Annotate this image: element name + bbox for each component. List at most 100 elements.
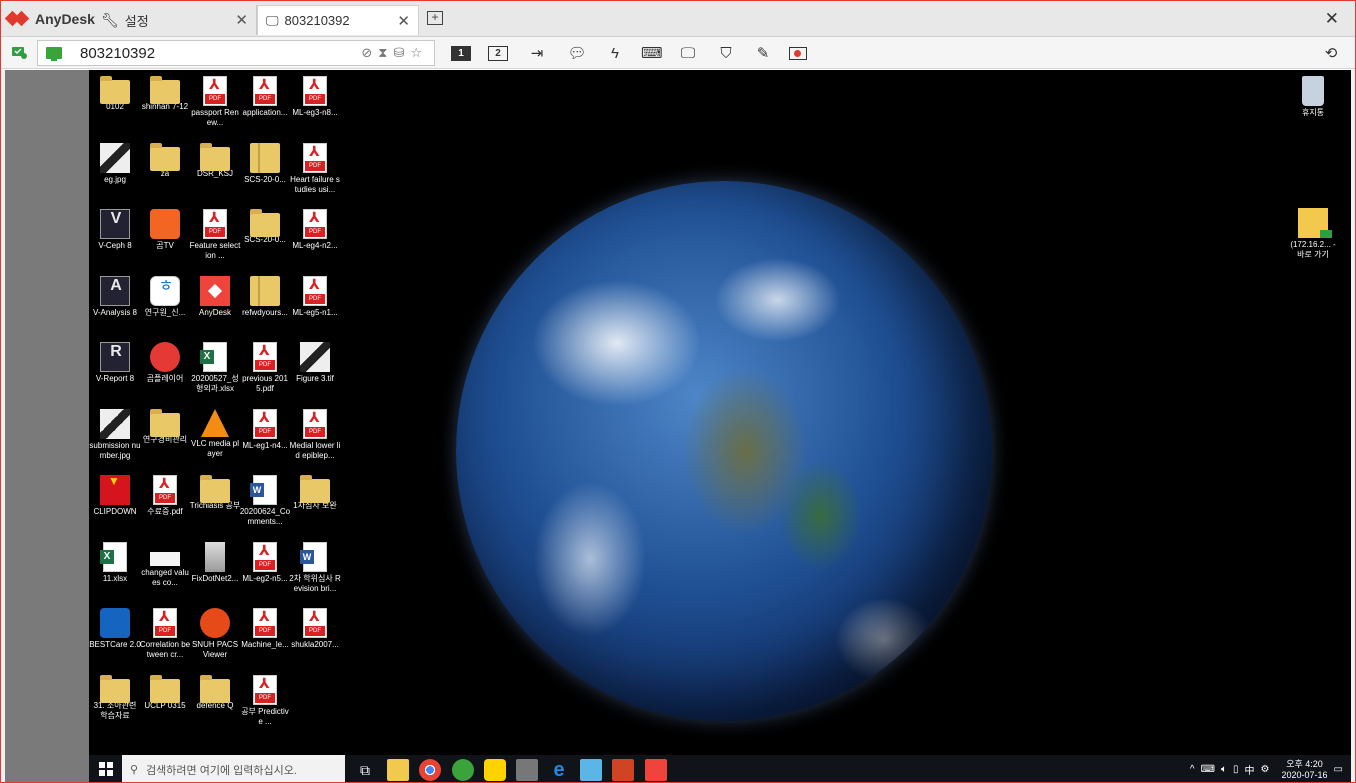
desktop-icon[interactable]: 11.xlsx <box>89 541 141 584</box>
internet-explorer-icon[interactable]: e <box>548 759 570 781</box>
display-icon[interactable]: 🖵 <box>678 43 698 63</box>
desktop-icon[interactable]: UCLP 0315 <box>139 674 191 711</box>
address-input[interactable] <box>80 44 330 63</box>
windows-start-icon[interactable] <box>99 762 113 776</box>
new-tab-button[interactable]: + <box>427 11 443 25</box>
powerpoint-icon[interactable] <box>612 759 634 781</box>
network-icon[interactable]: ⌨ <box>1201 764 1215 775</box>
chevron-up-icon[interactable]: ^ <box>1190 764 1195 775</box>
hourglass-icon[interactable]: ⧗ <box>378 45 387 61</box>
desktop-icon[interactable]: DSR_KSJ <box>189 142 241 179</box>
desktop-icon[interactable]: V-Analysis 8 <box>89 275 141 318</box>
desktop-icon[interactable]: shukla2007... <box>289 608 341 650</box>
desktop-icon[interactable]: 20200624_Comments... <box>239 475 291 527</box>
desktop-icon[interactable]: (172.16.2... - 바로 가기 <box>1287 208 1339 260</box>
desktop-icon[interactable]: Machine_le... <box>239 608 291 650</box>
desktop-icon[interactable]: ML-eg3-n8... <box>289 76 341 118</box>
switch-sides-icon[interactable]: ⇥ <box>527 43 547 63</box>
desktop-icon[interactable]: VLC media player <box>189 408 241 459</box>
anydesk-taskbar-icon[interactable] <box>645 759 667 781</box>
pdf-file-icon <box>253 541 277 572</box>
desktop-icon[interactable]: 연구경비관리 <box>139 408 191 445</box>
desktop-icon[interactable]: BESTCare 2.0 <box>89 608 141 650</box>
desktop-icon[interactable]: AnyDesk <box>189 275 241 318</box>
close-icon[interactable]: ✕ <box>397 12 410 30</box>
desktop-icon-label: 20200624_Comments... <box>239 507 291 526</box>
desktop-icon[interactable]: Figure 3.tif <box>289 342 341 384</box>
remote-desktop[interactable]: 0102shinhan 7-12passport Renew...applica… <box>89 70 1351 755</box>
desktop-icon[interactable]: Heart failure studies usi... <box>289 142 341 195</box>
kakaotalk-icon[interactable] <box>484 759 506 781</box>
close-icon[interactable]: ✕ <box>235 11 248 29</box>
desktop-icon[interactable]: defence Q <box>189 674 241 711</box>
desktop-icon[interactable]: 곰플레이어 <box>139 342 191 384</box>
actions-lightning-icon[interactable]: ϟ <box>605 43 625 63</box>
star-icon[interactable]: ☆ <box>410 45 422 61</box>
ime-mode-icon[interactable]: ⚙ <box>1261 764 1270 775</box>
desktop-icon[interactable]: ML-eg2-n5... <box>239 541 291 584</box>
disconnected-monitor-icon[interactable]: ⊘ <box>361 45 372 61</box>
desktop-icon[interactable]: passport Renew... <box>189 76 241 128</box>
tab-settings[interactable]: 🔧︎ 설정 ✕ <box>93 5 257 35</box>
desktop-icon[interactable]: SCS-20-0... <box>239 209 291 245</box>
desktop-icon[interactable]: 곰TV <box>139 209 191 251</box>
desktop-icon[interactable]: 20200527_성형외과.xlsx <box>189 342 241 394</box>
permissions-shield-icon[interactable]: ⛉ <box>716 43 736 63</box>
monitor-1-button[interactable]: 1 <box>451 43 471 63</box>
desktop-icon[interactable]: shinhan 7-12 <box>139 76 191 112</box>
desktop-icon[interactable]: 0102 <box>89 76 141 112</box>
clock[interactable]: 오후 4:20 2020-07-16 <box>1282 759 1328 781</box>
desktop-icon[interactable]: changed values co... <box>139 542 191 588</box>
connection-status-icon[interactable] <box>11 44 27 60</box>
desktop-icon[interactable]: previous 2015.pdf <box>239 342 291 394</box>
desktop-icon[interactable]: submission number.jpg <box>89 408 141 461</box>
desktop-icon[interactable]: ML-eg5-n1... <box>289 275 341 318</box>
desktop-icon[interactable]: application... <box>239 76 291 118</box>
desktop-icon[interactable]: V-Ceph 8 <box>89 209 141 251</box>
desktop-icon[interactable]: Feature selection ... <box>189 209 241 261</box>
whiteboard-pen-icon[interactable]: ✎ <box>753 43 773 63</box>
database-icon[interactable]: ⛁ <box>393 45 404 61</box>
taskbar-search[interactable]: ⚲ 검색하려면 여기에 입력하십시오. <box>122 755 345 782</box>
volume-icon[interactable]: 🔈︎ <box>1221 764 1227 775</box>
tab-remote-session[interactable]: 🖵 803210392 ✕ <box>257 5 419 35</box>
record-session-icon[interactable] <box>788 43 808 63</box>
desktop-icon-label: eg.jpg <box>104 174 126 184</box>
desktop-icon[interactable]: 1차심사 보완 <box>289 475 341 511</box>
ime-lang[interactable]: 中 <box>1245 762 1255 777</box>
chrome-icon[interactable] <box>419 759 441 781</box>
chat-icon[interactable]: 💬︎ <box>567 43 587 63</box>
desktop-icon[interactable]: SNUH PACS Viewer <box>189 608 241 660</box>
desktop-icon[interactable]: 연구원_신... <box>139 275 191 318</box>
desktop-icon[interactable]: ML-eg4-n2... <box>289 209 341 251</box>
keyboard-icon[interactable]: ⌨ <box>641 43 663 63</box>
desktop-icon[interactable]: CLIPDOWN <box>89 475 141 517</box>
desktop-icon[interactable]: 31. 소아관련 학습자료 <box>89 674 141 721</box>
desktop-icon[interactable]: 공부 Predictive ... <box>239 674 291 727</box>
desktop-icon[interactable]: Trichiasis 공부 <box>189 475 241 511</box>
notifications-icon[interactable]: ▭ <box>1334 764 1343 775</box>
desktop-icon[interactable]: 휴지통 <box>1287 76 1339 118</box>
folder-file-icon <box>150 142 180 171</box>
snipping-tool-icon[interactable] <box>580 759 602 781</box>
desktop-icon-label: V-Ceph 8 <box>98 241 132 250</box>
desktop-icon[interactable]: ML-eg1-n4... <box>239 408 291 451</box>
calculator-icon[interactable] <box>516 759 538 781</box>
file-explorer-icon[interactable] <box>387 759 409 781</box>
desktop-icon[interactable]: 2차 학위심사 Revision bri... <box>289 541 341 594</box>
desktop-icon[interactable]: za <box>139 142 191 179</box>
desktop-icon[interactable]: FixDotNet2... <box>189 541 241 584</box>
desktop-icon[interactable]: eg.jpg <box>89 142 141 185</box>
desktop-icon[interactable]: 수료증.pdf <box>139 475 191 517</box>
desktop-icon[interactable]: SCS-20-0... <box>239 142 291 185</box>
task-view-icon[interactable]: ⧉ <box>354 759 376 781</box>
desktop-icon[interactable]: Medial lower lid epiblep... <box>289 408 341 461</box>
usb-icon[interactable]: ▯ <box>1233 764 1239 775</box>
monitor-2-button[interactable]: 2 <box>488 43 508 63</box>
desktop-icon[interactable]: refwdyours... <box>239 275 291 318</box>
desktop-icon[interactable]: V-Report 8 <box>89 342 141 384</box>
wechat-icon[interactable] <box>452 759 474 781</box>
window-close-icon[interactable]: ✕ <box>1325 9 1339 29</box>
desktop-icon[interactable]: Correlation between cr... <box>139 608 191 660</box>
history-icon[interactable]: ⟲ <box>1321 43 1341 63</box>
